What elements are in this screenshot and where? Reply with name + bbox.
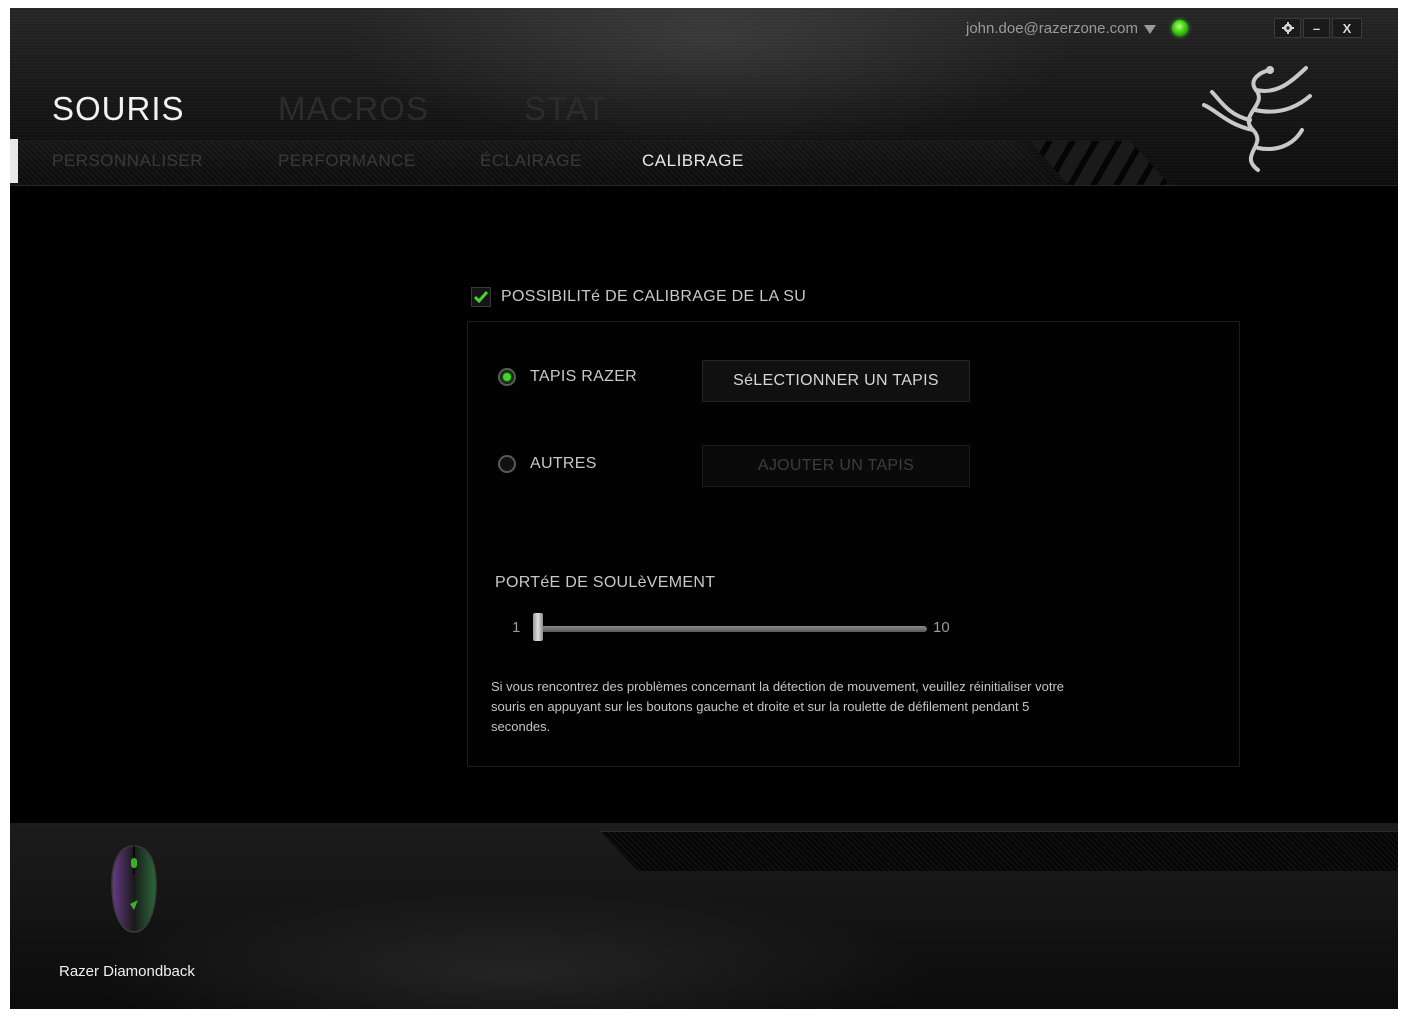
slider-min-label: 1: [512, 619, 521, 636]
select-mat-button[interactable]: SéLECTIONNER UN TAPIS: [702, 360, 970, 402]
calibration-enable-checkbox[interactable]: [471, 287, 491, 307]
checkmark-icon: [474, 291, 488, 303]
online-status-icon: [1172, 20, 1188, 36]
tab-stat[interactable]: STAT: [524, 90, 607, 128]
subtab-eclairage[interactable]: ÉCLAIRAGE: [480, 151, 582, 171]
account-email: john.doe@razerzone.com: [966, 19, 1138, 37]
footer-decoration: [600, 831, 1398, 871]
tab-souris[interactable]: SOURIS: [52, 90, 185, 128]
razer-mat-radio[interactable]: [498, 368, 516, 386]
close-button[interactable]: X: [1332, 18, 1362, 38]
calibration-panel: TAPIS RAZER SéLECTIONNER UN TAPIS AUTRES…: [467, 321, 1240, 767]
divider: [10, 185, 1398, 186]
subtab-calibrage[interactable]: CALIBRAGE: [642, 151, 744, 171]
lift-off-slider-thumb[interactable]: [533, 613, 543, 641]
window-controls: – X: [1274, 18, 1362, 38]
synapse-window: john.doe@razerzone.com – X SOURIS MACROS…: [10, 8, 1398, 1009]
minimize-button[interactable]: –: [1303, 18, 1330, 38]
add-mat-button[interactable]: AJOUTER UN TAPIS: [702, 445, 970, 487]
subtab-personnaliser[interactable]: PERSONNALISER: [52, 151, 203, 171]
other-mat-radio[interactable]: [498, 455, 516, 473]
lift-off-label: PORTéE DE SOULèVEMENT: [495, 574, 716, 591]
divider: [600, 831, 1398, 832]
calibration-enable-row[interactable]: POSSIBILITé DE CALIBRAGE DE LA SU: [471, 287, 806, 307]
lift-off-slider-track[interactable]: [538, 626, 927, 632]
chevron-down-icon[interactable]: [1144, 24, 1156, 34]
other-mat-label: AUTRES: [530, 455, 597, 472]
slider-max-label: 10: [933, 619, 950, 636]
device-name[interactable]: Razer Diamondback: [59, 963, 195, 980]
gear-icon: [1281, 22, 1294, 34]
settings-button[interactable]: [1274, 18, 1301, 38]
account-menu[interactable]: john.doe@razerzone.com: [966, 18, 1188, 38]
sub-tab-indicator: [10, 139, 18, 183]
tab-macros[interactable]: MACROS: [278, 90, 429, 128]
razer-logo-icon: [1202, 66, 1312, 172]
option-other-mat[interactable]: AUTRES: [498, 455, 597, 473]
subtab-performance[interactable]: PERFORMANCE: [278, 151, 416, 171]
option-razer-mat[interactable]: TAPIS RAZER: [498, 368, 637, 386]
mouse-icon[interactable]: [108, 844, 160, 934]
reset-help-text: Si vous rencontrez des problèmes concern…: [491, 679, 1065, 734]
razer-mat-label: TAPIS RAZER: [530, 368, 638, 385]
calibration-enable-label: POSSIBILITé DE CALIBRAGE DE LA SU: [501, 288, 807, 305]
